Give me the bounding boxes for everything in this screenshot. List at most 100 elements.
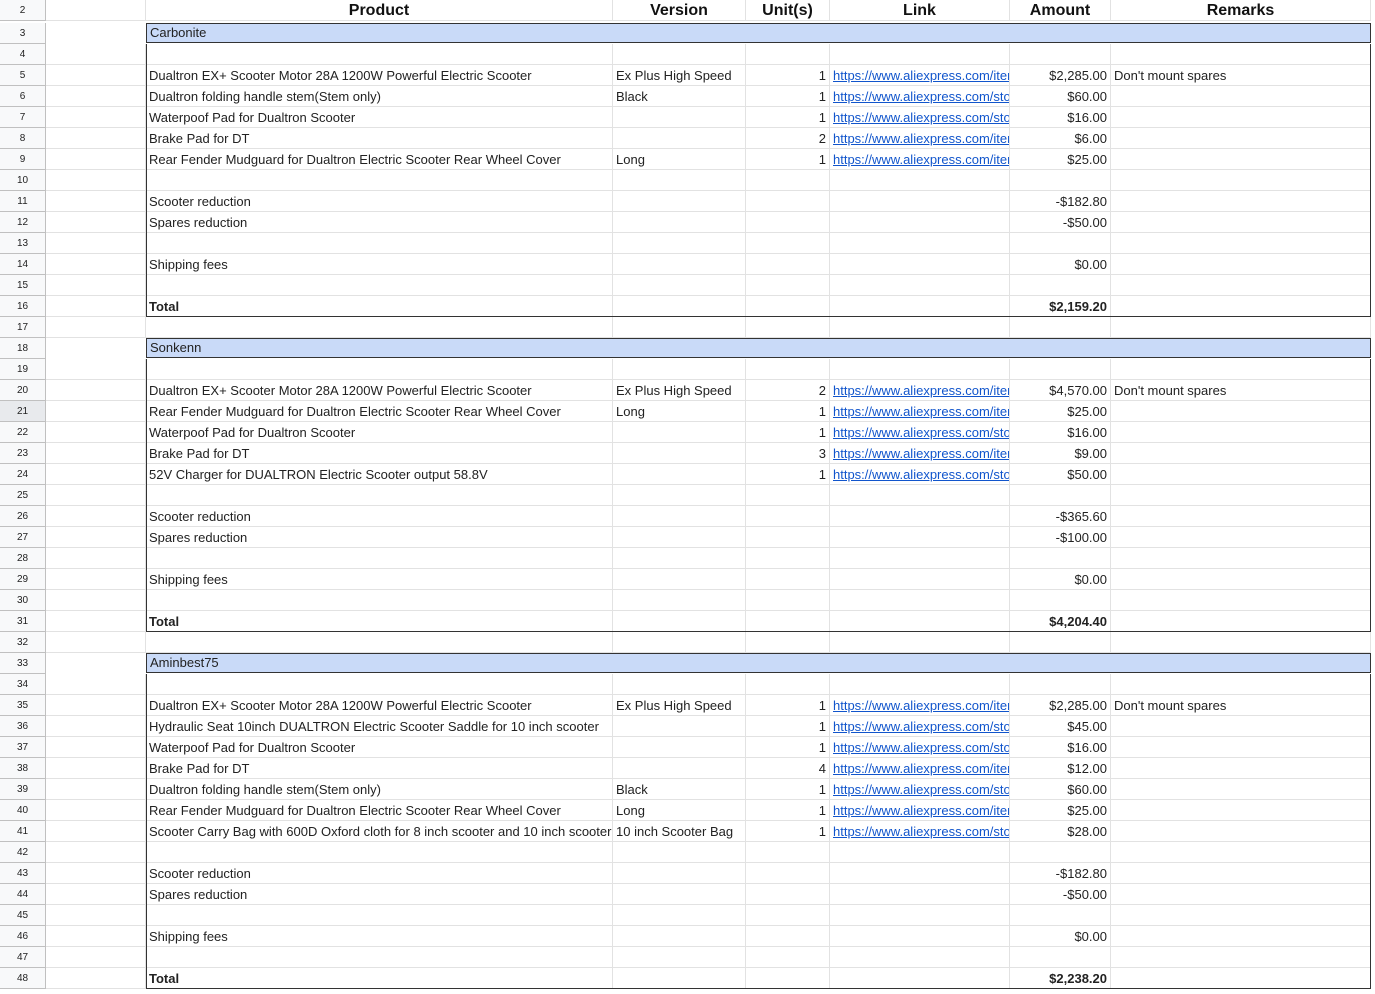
cell-amount[interactable]: -$182.80 <box>1010 191 1111 212</box>
item-link[interactable]: https://www.aliexpress.com/store/ <box>830 464 1010 485</box>
cell-col-a[interactable] <box>46 0 146 21</box>
cell-amount[interactable]: -$182.80 <box>1010 863 1111 884</box>
cell-product[interactable]: Dualtron EX+ Scooter Motor 28A 1200W Pow… <box>146 380 613 401</box>
row-number[interactable]: 35 <box>0 695 46 716</box>
cell-col-a[interactable] <box>46 44 146 65</box>
cell-product[interactable] <box>146 359 613 380</box>
row-number[interactable]: 32 <box>0 632 46 653</box>
cell-units[interactable]: 1 <box>746 800 830 821</box>
row-number[interactable]: 48 <box>0 968 46 989</box>
cell-remarks[interactable] <box>1111 674 1371 695</box>
cell-product[interactable]: Scooter Carry Bag with 600D Oxford cloth… <box>146 821 613 842</box>
cell-remarks[interactable] <box>1111 821 1371 842</box>
cell-version[interactable] <box>613 548 746 569</box>
cell-remarks[interactable] <box>1111 926 1371 947</box>
cell-product[interactable]: Rear Fender Mudguard for Dualtron Electr… <box>146 401 613 422</box>
cell-link[interactable] <box>830 569 1010 590</box>
cell-units[interactable] <box>746 212 830 233</box>
cell-product[interactable]: Rear Fender Mudguard for Dualtron Electr… <box>146 800 613 821</box>
cell-remarks[interactable] <box>1111 212 1371 233</box>
cell-remarks[interactable] <box>1111 422 1371 443</box>
cell-col-a[interactable] <box>46 779 146 800</box>
cell-version[interactable] <box>613 191 746 212</box>
cell-amount[interactable]: $0.00 <box>1010 254 1111 275</box>
cell-col-a[interactable] <box>46 359 146 380</box>
cell-remarks[interactable] <box>1111 947 1371 968</box>
cell-product[interactable]: Hydraulic Seat 10inch DUALTRON Electric … <box>146 716 613 737</box>
cell-units[interactable]: 1 <box>746 695 830 716</box>
cell-col-a[interactable] <box>46 737 146 758</box>
cell-units[interactable] <box>746 884 830 905</box>
cell-units[interactable]: 1 <box>746 464 830 485</box>
cell-amount[interactable]: $4,570.00 <box>1010 380 1111 401</box>
cell-remarks[interactable] <box>1111 842 1371 863</box>
row-number[interactable]: 10 <box>0 170 46 191</box>
cell-amount[interactable]: $16.00 <box>1010 107 1111 128</box>
cell-link[interactable] <box>830 863 1010 884</box>
row-number[interactable]: 24 <box>0 464 46 485</box>
cell-remarks[interactable] <box>1111 611 1371 632</box>
cell-amount[interactable]: $25.00 <box>1010 800 1111 821</box>
cell-remarks[interactable] <box>1111 44 1371 65</box>
cell-link[interactable] <box>830 884 1010 905</box>
cell-product[interactable]: Product <box>146 0 613 21</box>
cell-remarks[interactable] <box>1111 758 1371 779</box>
cell-units[interactable] <box>746 506 830 527</box>
row-number[interactable]: 44 <box>0 884 46 905</box>
cell-amount[interactable] <box>1010 548 1111 569</box>
row-number[interactable]: 47 <box>0 947 46 968</box>
cell-link[interactable] <box>830 191 1010 212</box>
cell-amount[interactable]: -$50.00 <box>1010 212 1111 233</box>
cell-units[interactable] <box>746 44 830 65</box>
cell-units[interactable]: 1 <box>746 86 830 107</box>
cell-units[interactable]: 1 <box>746 65 830 86</box>
cell-remarks[interactable] <box>1111 884 1371 905</box>
cell-version[interactable] <box>613 485 746 506</box>
row-number[interactable]: 28 <box>0 548 46 569</box>
cell-version[interactable]: 10 inch Scooter Bag <box>613 821 746 842</box>
cell-product[interactable]: Shipping fees <box>146 254 613 275</box>
cell-version[interactable] <box>613 212 746 233</box>
cell-amount[interactable] <box>1010 233 1111 254</box>
row-number[interactable]: 46 <box>0 926 46 947</box>
cell-units[interactable]: 1 <box>746 821 830 842</box>
cell-amount[interactable]: -$50.00 <box>1010 884 1111 905</box>
cell-product[interactable]: Brake Pad for DT <box>146 758 613 779</box>
item-link[interactable]: https://www.aliexpress.com/store/ <box>830 737 1010 758</box>
cell-remarks[interactable] <box>1111 527 1371 548</box>
cell-version[interactable]: Long <box>613 401 746 422</box>
item-link[interactable]: https://www.aliexpress.com/item/ <box>830 149 1010 170</box>
cell-remarks[interactable] <box>1111 317 1371 338</box>
item-link[interactable]: https://www.aliexpress.com/item/ <box>830 65 1010 86</box>
cell-link[interactable] <box>830 275 1010 296</box>
cell-col-a[interactable] <box>46 275 146 296</box>
cell-units[interactable]: 1 <box>746 422 830 443</box>
cell-product[interactable] <box>146 275 613 296</box>
cell-units[interactable] <box>746 569 830 590</box>
cell-version[interactable] <box>613 170 746 191</box>
cell-amount[interactable] <box>1010 674 1111 695</box>
cell-version[interactable] <box>613 128 746 149</box>
cell-version[interactable] <box>613 422 746 443</box>
cell-col-a[interactable] <box>46 527 146 548</box>
cell-version[interactable] <box>613 842 746 863</box>
cell-remarks[interactable]: Remarks <box>1111 0 1371 21</box>
cell-version[interactable]: Long <box>613 800 746 821</box>
cell-link[interactable] <box>830 632 1010 653</box>
row-number[interactable]: 42 <box>0 842 46 863</box>
cell-product[interactable]: Total <box>146 296 613 317</box>
cell-col-a[interactable] <box>46 926 146 947</box>
row-number[interactable]: 41 <box>0 821 46 842</box>
row-number[interactable]: 8 <box>0 128 46 149</box>
cell-remarks[interactable] <box>1111 401 1371 422</box>
item-link[interactable]: https://www.aliexpress.com/item/ <box>830 695 1010 716</box>
section-title-carbonite[interactable]: Carbonite <box>146 23 1371 43</box>
cell-col-a[interactable] <box>46 233 146 254</box>
cell-col-a[interactable] <box>46 65 146 86</box>
row-number[interactable]: 9 <box>0 149 46 170</box>
cell-amount[interactable]: $50.00 <box>1010 464 1111 485</box>
cell-version[interactable] <box>613 107 746 128</box>
row-number[interactable]: 12 <box>0 212 46 233</box>
cell-product[interactable]: Spares reduction <box>146 212 613 233</box>
cell-units[interactable]: 1 <box>746 149 830 170</box>
